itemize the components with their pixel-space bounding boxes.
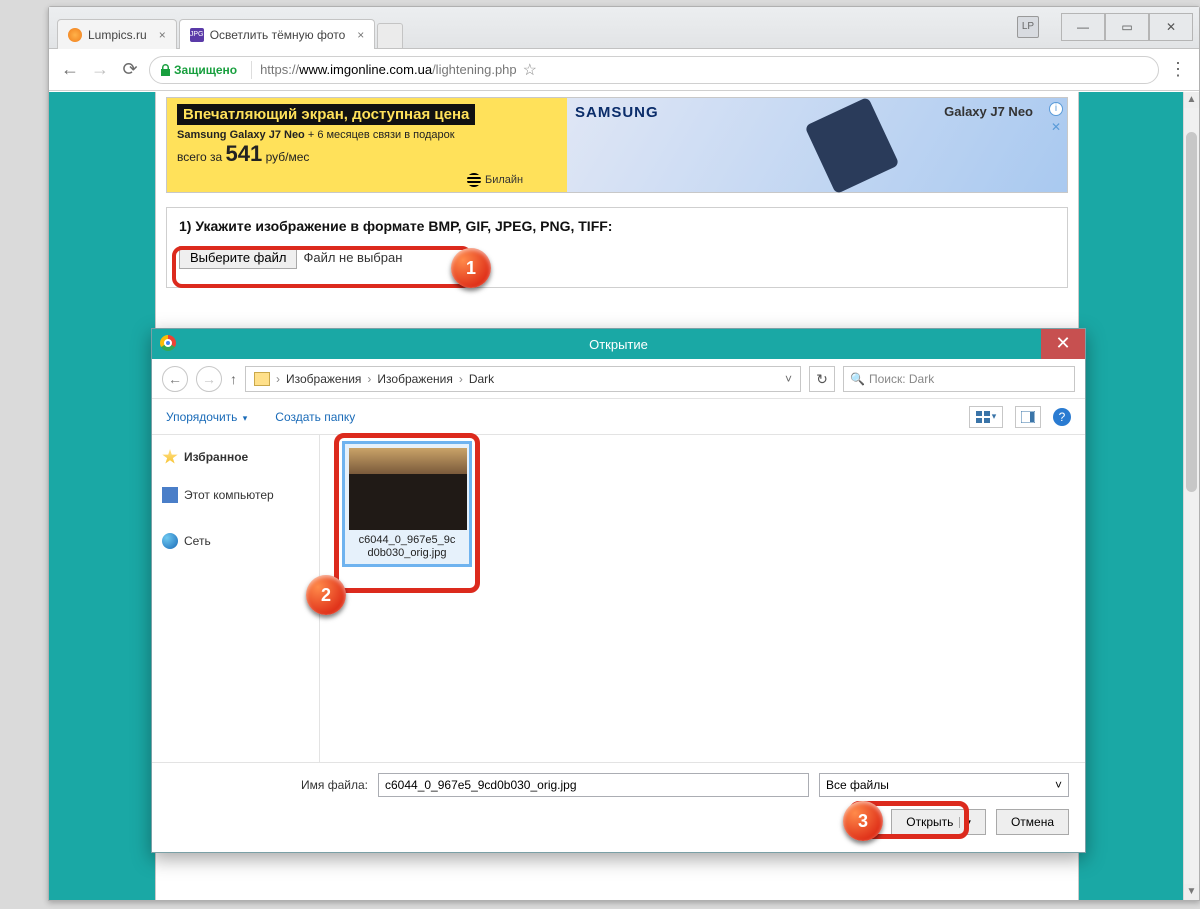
ad-price: всего за 541 руб/мес <box>177 141 557 167</box>
dialog-back-button[interactable]: ← <box>162 366 188 392</box>
secure-badge: Защищено <box>160 63 237 77</box>
dialog-title: Открытие <box>589 337 648 352</box>
dialog-toolbar: Упорядочить ▾ Создать папку ▾ ? <box>152 399 1085 435</box>
tab-imgonline[interactable]: JPG Осветлить тёмную фото × <box>179 19 376 49</box>
chevron-down-icon: ▾ <box>992 411 997 422</box>
file-status-text: Файл не выбран <box>303 250 402 265</box>
ad-line1: Samsung Galaxy J7 Neo + 6 месяцев связи … <box>177 129 557 141</box>
filename-input[interactable] <box>378 773 809 797</box>
breadcrumb-part[interactable]: Dark <box>469 372 494 386</box>
ad-right: SAMSUNG Galaxy J7 Neo i ✕ <box>567 98 1067 192</box>
tab-strip: Lumpics.ru × JPG Осветлить тёмную фото × <box>57 19 403 49</box>
window-close-button[interactable]: ✕ <box>1149 13 1193 41</box>
ad-headline: Впечатляющий экран, доступная цена <box>177 104 475 125</box>
new-folder-button[interactable]: Создать папку <box>275 410 355 424</box>
preview-pane-button[interactable] <box>1015 406 1041 428</box>
computer-icon <box>162 487 178 503</box>
lock-icon <box>160 64 171 76</box>
navpane-favorites[interactable]: Избранное <box>160 445 311 469</box>
window-minimize-button[interactable]: — <box>1061 13 1105 41</box>
nav-back-button[interactable]: ← <box>59 59 81 81</box>
chrome-menu-button[interactable]: ⋮ <box>1167 59 1189 81</box>
window-maximize-button[interactable]: ▭ <box>1105 13 1149 41</box>
browser-window: LP — ▭ ✕ Lumpics.ru × JPG Осветлить тёмн… <box>48 6 1200 901</box>
window-titlebar: LP — ▭ ✕ Lumpics.ru × JPG Осветлить тёмн… <box>49 7 1199 49</box>
filename-label: Имя файла: <box>168 778 368 792</box>
thumbnails-icon <box>976 411 990 423</box>
organize-menu[interactable]: Упорядочить ▾ <box>166 410 247 424</box>
file-open-dialog: Открытие ✕ ← → ↑ › Изображения › Изображ… <box>151 328 1086 853</box>
tab-label: Lumpics.ru <box>88 28 147 42</box>
window-controls: — ▭ ✕ <box>1061 13 1193 41</box>
dialog-body: Избранное Этот компьютер Сеть c6044_0_96… <box>152 435 1085 762</box>
url-text: https://www.imgonline.com.ua/lightening.… <box>260 62 517 77</box>
breadcrumb[interactable]: › Изображения › Изображения › Dark ˅ <box>245 366 801 392</box>
nav-reload-button[interactable]: ⟳ <box>119 59 141 81</box>
nav-forward-button[interactable]: → <box>89 59 111 81</box>
navpane-network[interactable]: Сеть <box>160 529 311 553</box>
ad-banner[interactable]: Впечатляющий экран, доступная цена Samsu… <box>166 97 1068 193</box>
ad-brand-samsung: SAMSUNG <box>575 104 659 121</box>
chrome-icon <box>160 335 176 351</box>
thumbnail-image <box>349 448 467 530</box>
viewport: Впечатляющий экран, доступная цена Samsu… <box>49 92 1183 900</box>
beeline-icon <box>467 173 481 187</box>
preview-pane-icon <box>1021 411 1035 423</box>
view-mode-button[interactable]: ▾ <box>969 406 1003 428</box>
folder-icon <box>254 372 270 386</box>
help-icon[interactable]: ? <box>1053 408 1071 426</box>
address-bar: ← → ⟳ Защищено https://www.imgonline.com… <box>49 49 1199 91</box>
dialog-refresh-button[interactable]: ↻ <box>809 366 835 392</box>
navpane-this-pc[interactable]: Этот компьютер <box>160 483 311 507</box>
dialog-titlebar: Открытие ✕ <box>152 329 1085 359</box>
tab-label: Осветлить тёмную фото <box>210 28 346 42</box>
breadcrumb-part[interactable]: Изображения <box>286 372 361 386</box>
search-icon: 🔍 <box>850 372 865 386</box>
scroll-thumb[interactable] <box>1186 132 1197 492</box>
bookmark-star-icon[interactable]: ☆ <box>523 60 537 80</box>
thumbnail-label: c6044_0_967e5_9cd0b030_orig.jpg <box>349 534 465 560</box>
tab-close-icon[interactable]: × <box>357 28 364 42</box>
upload-section: 1) Укажите изображение в формате BMP, GI… <box>166 207 1068 288</box>
dialog-nav-pane: Избранное Этот компьютер Сеть <box>152 435 320 762</box>
favicon-jpg: JPG <box>190 28 204 42</box>
chevron-down-icon[interactable]: ▾ <box>959 817 971 828</box>
search-placeholder: Поиск: Dark <box>869 372 934 386</box>
tab-close-icon[interactable]: × <box>159 28 166 42</box>
cancel-button[interactable]: Отмена <box>996 809 1069 835</box>
ad-info-icon[interactable]: i <box>1049 102 1063 116</box>
ad-close-icon[interactable]: ✕ <box>1049 120 1063 134</box>
breadcrumb-part[interactable]: Изображения <box>377 372 452 386</box>
ad-product: Galaxy J7 Neo <box>944 104 1033 119</box>
annotation-marker-3: 3 <box>843 801 883 841</box>
network-icon <box>162 533 178 549</box>
upload-heading: 1) Укажите изображение в формате BMP, GI… <box>179 218 1055 234</box>
filetype-select[interactable]: Все файлы ˅ <box>819 773 1069 797</box>
new-tab-button[interactable] <box>377 23 403 48</box>
dialog-forward-button[interactable]: → <box>196 366 222 392</box>
scroll-up-button[interactable]: ▲ <box>1184 92 1199 108</box>
star-icon <box>162 449 178 465</box>
page-content: Впечатляющий экран, доступная цена Samsu… <box>155 92 1079 900</box>
chevron-down-icon: ˅ <box>1055 778 1062 792</box>
dialog-files-pane[interactable]: c6044_0_967e5_9cd0b030_orig.jpg 2 <box>320 435 1085 762</box>
url-field[interactable]: Защищено https://www.imgonline.com.ua/li… <box>149 56 1159 84</box>
ad-phone-image <box>804 97 899 195</box>
lp-badge: LP <box>1017 16 1039 38</box>
breadcrumb-dropdown-icon[interactable]: ˅ <box>785 372 792 386</box>
dialog-up-button[interactable]: ↑ <box>230 371 237 387</box>
open-button[interactable]: Открыть▾ <box>891 809 986 835</box>
favicon-lumpics <box>68 28 82 42</box>
dialog-search-input[interactable]: 🔍 Поиск: Dark <box>843 366 1075 392</box>
dialog-close-button[interactable]: ✕ <box>1041 329 1085 359</box>
dialog-bottom: Имя файла: Все файлы ˅ 3 Открыть▾ <box>152 762 1085 852</box>
ad-left: Впечатляющий экран, доступная цена Samsu… <box>167 98 567 192</box>
scroll-down-button[interactable]: ▼ <box>1184 884 1199 900</box>
file-thumbnail[interactable]: c6044_0_967e5_9cd0b030_orig.jpg <box>342 441 472 567</box>
tab-lumpics[interactable]: Lumpics.ru × <box>57 19 177 49</box>
dialog-nav-row: ← → ↑ › Изображения › Изображения › Dark… <box>152 359 1085 399</box>
ad-brand-beeline: Билайн <box>467 173 523 187</box>
page-scrollbar[interactable]: ▲ ▼ <box>1183 92 1199 900</box>
choose-file-button[interactable]: Выберите файл <box>179 246 297 269</box>
